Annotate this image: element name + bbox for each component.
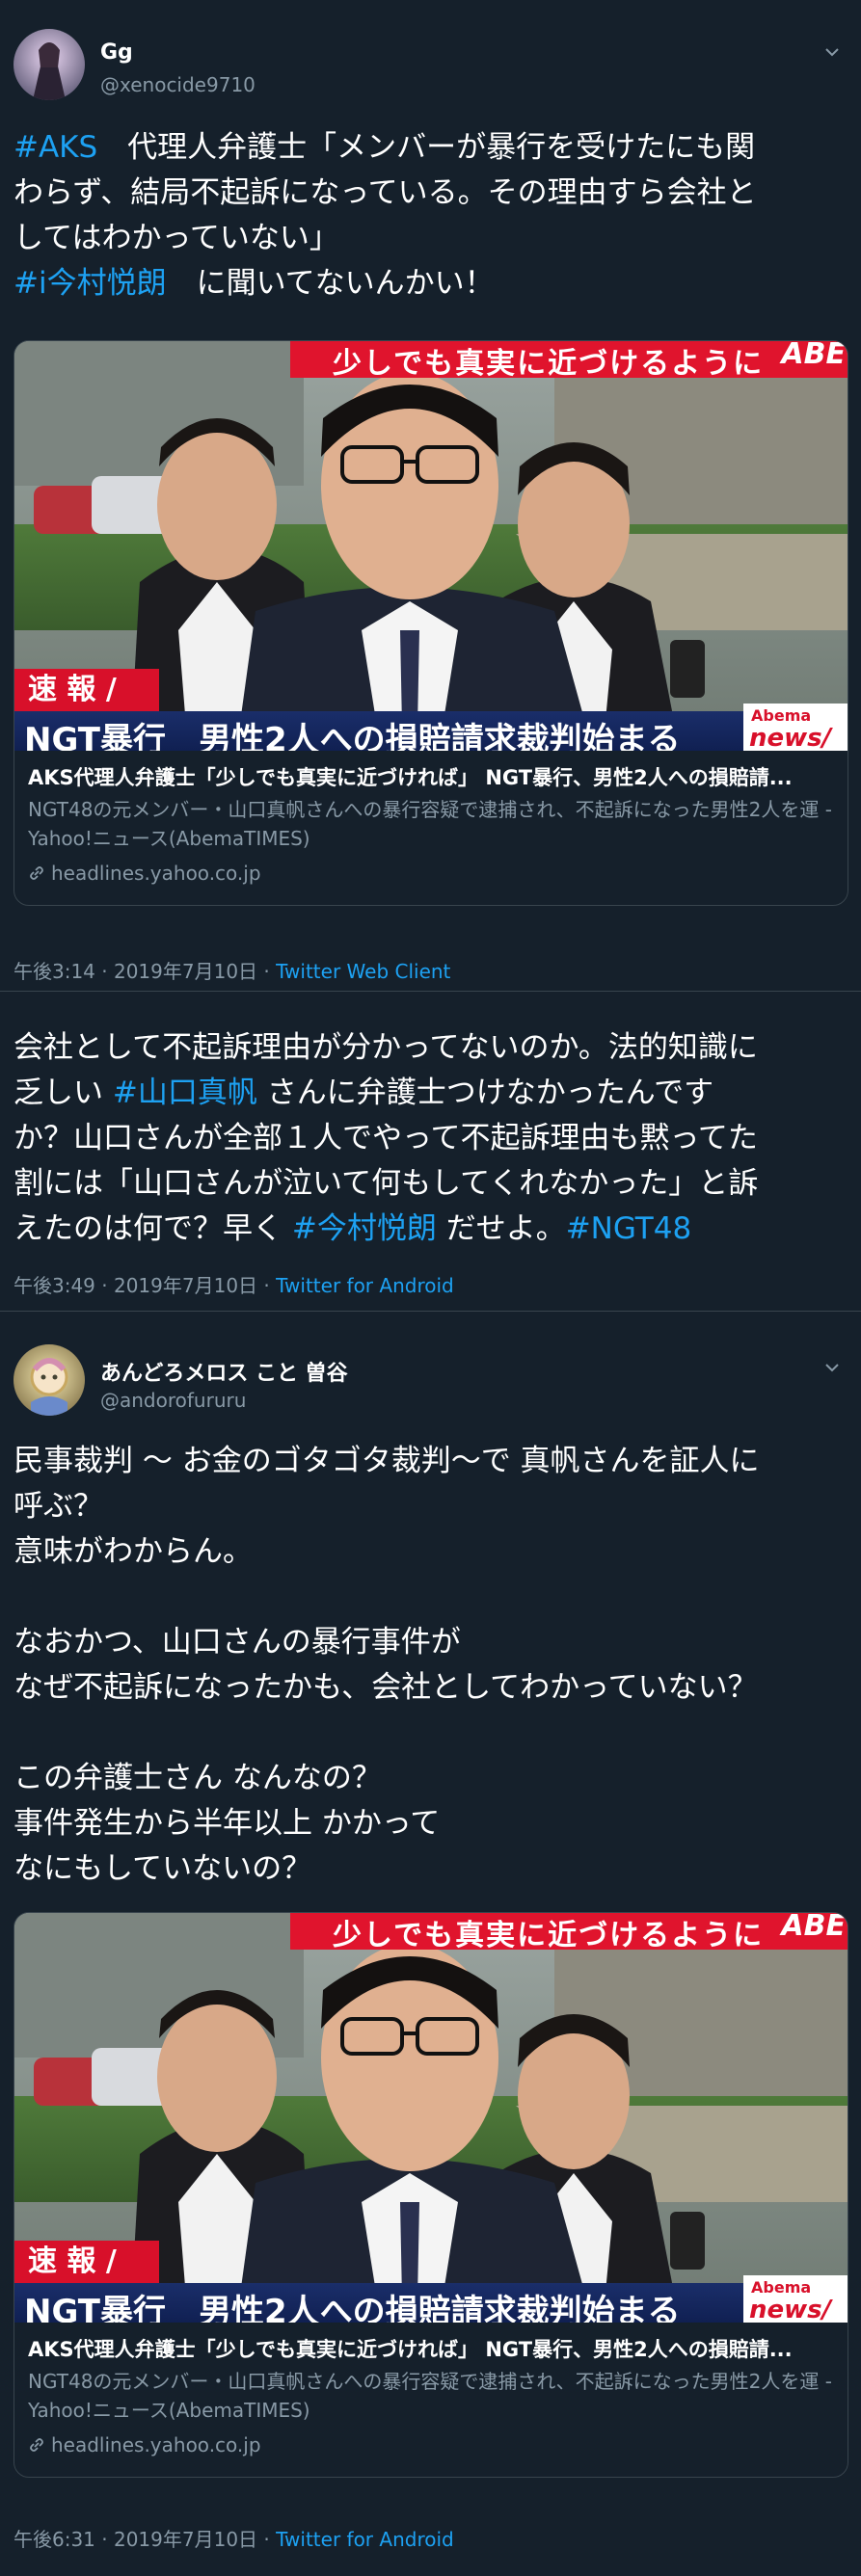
- tweet-text-segment: わらず、結局不起訴になっている。その理由すら会社と: [13, 175, 757, 210]
- card-domain[interactable]: headlines.yahoo.co.jp: [28, 859, 834, 888]
- tweet-line: この弁護士さん なんなの？: [13, 1756, 848, 1801]
- tweet-line: [13, 1711, 848, 1756]
- tweet-line: なにもしていないの？: [13, 1846, 848, 1892]
- display-name[interactable]: あんどろメロス こと 曽谷: [100, 1356, 348, 1387]
- user-handle[interactable]: @xenocide9710: [100, 73, 256, 96]
- news-thumbnail[interactable]: 少しでも真実に近づけるように ABE 速 報 / NGT暴行 男性2人への損賠請…: [14, 1913, 848, 2323]
- hashtag-link[interactable]: #今村悦朗: [292, 1211, 437, 1246]
- tweet-text-segment: えたのは何で？早く: [13, 1211, 292, 1246]
- card-description: NGT48の元メンバー・山口真帆さんへの暴行容疑で逮捕され、不起訴になった男性2…: [28, 2370, 832, 2422]
- banner-top-text: 少しでも真実に近づけるように: [333, 1919, 765, 1952]
- tweet-text-segment: 呼ぶ？: [13, 1489, 103, 1524]
- card-title[interactable]: AKS代理人弁護士「少しでも真実に近づければ」 NGT暴行、男性2人への損賠請.…: [28, 762, 834, 793]
- tweet-text-segment: 意味がわからん。: [13, 1534, 253, 1569]
- card-domain-text: headlines.yahoo.co.jp: [51, 862, 261, 885]
- time-text: 午後3:14 · 2019年7月10日 ·: [13, 960, 277, 983]
- hashtag-link[interactable]: #山口真帆: [113, 1076, 257, 1110]
- tweet-line: [13, 1575, 848, 1620]
- hashtag-link[interactable]: #NGT48: [566, 1211, 691, 1246]
- tweet-text: 民事裁判 ～ お金のゴタゴタ裁判～で 真帆さんを証人に 呼ぶ？ 意味がわからん。なお…: [13, 1439, 848, 1892]
- tweet-text-segment: 事件発生から半年以上 かかって: [13, 1806, 441, 1841]
- card-meta: AKS代理人弁護士「少しでも真実に近づければ」 NGT暴行、男性2人への損賠請.…: [14, 751, 848, 905]
- tweet-line: なおかつ、山口さんの暴行事件が: [13, 1620, 848, 1665]
- tweet-text: #AKS 代理人弁護士「メンバーが暴行を受けたにも関わらず、結局不起訴になってい…: [13, 125, 848, 306]
- tweet-text-segment: なにもしていないの？: [13, 1851, 312, 1886]
- link-card[interactable]: 少しでも真実に近づけるように ABE 速 報 / NGT暴行 男性2人への損賠請…: [13, 340, 848, 906]
- tweet-line: 会社として不起訴理由が分かってないのか。法的知識に: [13, 1025, 848, 1071]
- time-text: 午後3:49 · 2019年7月10日 ·: [13, 1274, 277, 1297]
- timestamp[interactable]: 午後3:49 · 2019年7月10日 · Twitter for Androi…: [13, 1270, 454, 1298]
- chevron-down-icon[interactable]: [822, 42, 842, 62]
- link-icon: [30, 866, 43, 880]
- tweet-line: 呼ぶ？: [13, 1484, 848, 1529]
- tweet-line: なぜ不起訴になったかも、会社としてわかっていない？: [13, 1665, 848, 1711]
- flash-label: 速 報 /: [14, 2241, 159, 2283]
- tweet-text-segment: さんに弁護士つけなかったんです: [256, 1076, 714, 1110]
- tweet-header: Gg @xenocide9710: [0, 29, 861, 106]
- tweet-text-segment: 乏しい: [13, 1076, 113, 1110]
- tweet-text-segment: 民事裁判 ～ お金のゴタゴタ裁判～で 真帆さんを証人に: [13, 1444, 760, 1478]
- card-domain-text: headlines.yahoo.co.jp: [51, 2433, 261, 2456]
- divider: [0, 1311, 861, 1312]
- headline-text: NGT暴行 男性2人への損賠請求裁判始まる: [24, 721, 681, 751]
- tweet-text-segment: だせよ。: [436, 1211, 566, 1246]
- chevron-down-icon[interactable]: [822, 1358, 842, 1377]
- timestamp[interactable]: 午後3:14 · 2019年7月10日 · Twitter Web Client: [13, 956, 450, 984]
- display-name[interactable]: Gg: [100, 40, 133, 65]
- headline-text: NGT暴行 男性2人への損賠請求裁判始まる: [24, 2293, 681, 2323]
- banner-top-text: 少しでも真実に近づけるように: [333, 347, 765, 381]
- timestamp[interactable]: 午後6:31 · 2019年7月10日 · Twitter for Androi…: [13, 2524, 454, 2552]
- source-link[interactable]: Twitter Web Client: [276, 960, 450, 983]
- abema-top-text: ABE: [781, 1913, 846, 1943]
- time-text: 午後6:31 · 2019年7月10日 ·: [13, 2528, 277, 2551]
- tweet-1: Gg @xenocide9710 #AKS 代理人弁護士「メンバーが暴行を受けた…: [0, 29, 861, 983]
- avatar[interactable]: [13, 29, 85, 100]
- tweet-line: 民事裁判 ～ お金のゴタゴタ裁判～で 真帆さんを証人に: [13, 1439, 848, 1484]
- tweet-text-segment: に聞いてないんかい！: [166, 266, 495, 301]
- card-domain[interactable]: headlines.yahoo.co.jp: [28, 2430, 834, 2459]
- tweet-text: 会社として不起訴理由が分かってないのか。法的知識に 乏しい #山口真帆 さんに弁護…: [13, 1025, 848, 1252]
- tweet-text-segment: なおかつ、山口さんの暴行事件が: [13, 1625, 461, 1660]
- card-title[interactable]: AKS代理人弁護士「少しでも真実に近づければ」 NGT暴行、男性2人への損賠請.…: [28, 2334, 834, 2365]
- abema-top-text: ABE: [781, 341, 846, 371]
- tweet-line: えたのは何で？早く #今村悦朗 だせよ。#NGT48: [13, 1207, 848, 1252]
- tweet-text-segment: 代理人弁護士「メンバーが暴行を受けたにも関: [97, 130, 756, 165]
- tweet-text-segment: この弁護士さん なんなの？: [13, 1761, 382, 1795]
- tweet-text-segment: 会社として不起訴理由が分かってないのか。法的知識に: [13, 1030, 758, 1065]
- tweet-line: 乏しい #山口真帆 さんに弁護士つけなかったんです: [13, 1071, 848, 1116]
- link-card[interactable]: 少しでも真実に近づけるように ABE 速 報 / NGT暴行 男性2人への損賠請…: [13, 1912, 848, 2478]
- tweet-line: #AKS 代理人弁護士「メンバーが暴行を受けたにも関: [13, 125, 848, 171]
- user-handle[interactable]: @andorofururu: [100, 1389, 246, 1412]
- tweet-header: あんどろメロス こと 曽谷 @andorofururu: [0, 1344, 861, 1421]
- hashtag-link[interactable]: #i今村悦朗: [13, 266, 167, 301]
- tweet-line: #i今村悦朗 に聞いてないんかい！: [13, 261, 848, 306]
- source-link[interactable]: Twitter for Android: [276, 1274, 454, 1297]
- tweet-text-segment: なぜ不起訴になったかも、会社としてわかっていない？: [13, 1670, 758, 1705]
- tweet-line: わらず、結局不起訴になっている。その理由すら会社と: [13, 171, 848, 216]
- hashtag-link[interactable]: #AKS: [13, 130, 97, 165]
- tweet-text-segment: 割には「山口さんが泣いて何もしてくれなかった」と訴: [13, 1166, 759, 1201]
- tweet-line: 割には「山口さんが泣いて何もしてくれなかった」と訴: [13, 1161, 848, 1207]
- logo-top-text: Abema: [751, 706, 812, 725]
- tweet-text-segment: してはわかっていない」: [13, 221, 339, 255]
- card-description: NGT48の元メンバー・山口真帆さんへの暴行容疑で逮捕され、不起訴になった男性2…: [28, 798, 832, 850]
- divider: [0, 991, 861, 992]
- tweet-line: してはわかっていない」: [13, 216, 848, 261]
- tweet-line: 意味がわからん。: [13, 1529, 848, 1575]
- abema-news-logo: Abema news/: [743, 704, 848, 751]
- tweet-line: か？山口さんが全部１人でやって不起訴理由も黙ってた: [13, 1116, 848, 1161]
- tweet-3: あんどろメロス こと 曽谷 @andorofururu 民事裁判 ～ お金のゴタ…: [0, 1344, 861, 2551]
- link-icon: [30, 2438, 43, 2452]
- logo-bottom-text: news/: [749, 2296, 832, 2323]
- card-meta: AKS代理人弁護士「少しでも真実に近づければ」 NGT暴行、男性2人への損賠請.…: [14, 2323, 848, 2477]
- news-thumbnail[interactable]: 少しでも真実に近づけるように ABE 速 報 / NGT暴行 男性2人への損賠請…: [14, 341, 848, 751]
- source-link[interactable]: Twitter for Android: [276, 2528, 454, 2551]
- abema-news-logo: Abema news/: [743, 2275, 848, 2323]
- logo-top-text: Abema: [751, 2278, 812, 2297]
- logo-bottom-text: news/: [749, 724, 832, 751]
- tweet-text-segment: か？山口さんが全部１人でやって不起訴理由も黙ってた: [13, 1121, 758, 1155]
- flash-label: 速 報 /: [14, 669, 159, 711]
- tweet-line: 事件発生から半年以上 かかって: [13, 1801, 848, 1846]
- avatar[interactable]: [13, 1344, 85, 1416]
